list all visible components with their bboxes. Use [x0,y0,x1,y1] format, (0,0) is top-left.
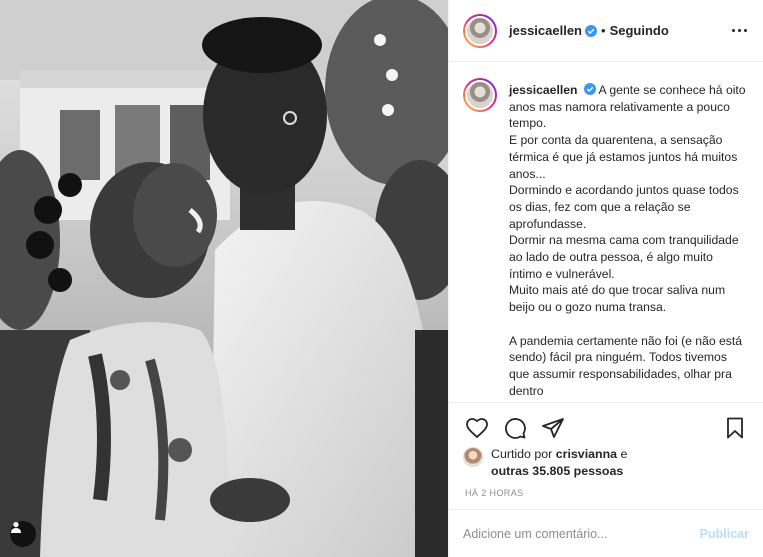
publish-button[interactable]: Publicar [700,527,749,541]
likes-prefix: Curtido por [491,447,553,461]
post-header: jessicaellen • Seguindo [449,0,763,62]
likes-connector: e [620,447,628,461]
comment-input[interactable] [463,526,700,541]
caption-line: A pandemia certamente não foi (e não est… [509,333,743,398]
caption-line: Dormir na mesma cama com tranquilidade a… [509,233,739,281]
author-username[interactable]: jessicaellen [509,23,582,38]
following-button[interactable]: Seguindo [610,23,669,38]
caption-author-avatar[interactable] [463,78,497,112]
liker-username[interactable]: crisvianna [556,447,617,461]
photo-illustration [0,0,448,557]
verified-badge-icon [583,83,596,95]
caption-row: jessicaellen A gente se conhece há oito … [463,78,749,399]
author-avatar[interactable] [463,13,497,48]
likes-count-link[interactable]: outras 35.805 pessoas [491,464,623,478]
caption-line: Dormindo e acordando juntos quase todos … [509,183,739,231]
user-tag-icon[interactable] [10,521,36,547]
comment-icon[interactable] [501,414,529,442]
comments-area[interactable]: jessicaellen A gente se conhece há oito … [449,62,763,402]
likes-summary: Curtido por crisvianna e outras 35.805 p… [463,446,749,480]
post-details-panel: jessicaellen • Seguindo jessicaellen A g… [448,0,763,557]
caption-line: E por conta da quarentena, a sensação té… [509,133,738,181]
post-photo[interactable] [0,0,448,557]
more-options-icon[interactable] [727,21,751,41]
action-bar [449,402,763,452]
post-timestamp[interactable]: HÁ 2 HORAS [465,488,524,498]
add-comment-bar: Publicar [449,509,763,557]
caption-username[interactable]: jessicaellen [509,83,577,97]
bookmark-icon[interactable] [721,414,749,442]
paper-plane-icon[interactable] [539,414,567,442]
caption-line-break [509,316,749,333]
header-separator: • [601,23,606,38]
heart-icon[interactable] [463,414,491,442]
verified-badge-icon [585,24,597,37]
caption-line: Muito mais até do que trocar saliva num … [509,283,726,315]
post-caption: jessicaellen A gente se conhece há oito … [509,82,749,399]
liker-avatar[interactable] [463,447,483,467]
